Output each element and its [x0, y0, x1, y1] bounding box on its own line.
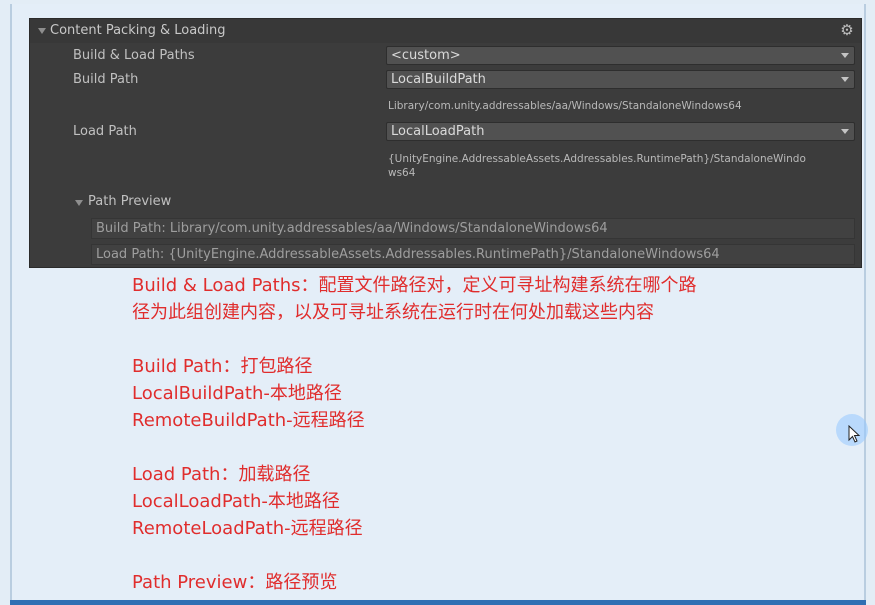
inspector-panel: Content Packing & Loading ⚙ Build & Load…	[29, 18, 862, 268]
build-load-paths-dropdown[interactable]: <custom>	[386, 46, 855, 65]
foldout-arrow-icon[interactable]	[75, 200, 83, 206]
dropdown-arrow-icon	[841, 77, 849, 82]
section-title: Content Packing & Loading	[50, 23, 226, 38]
section-header[interactable]: Content Packing & Loading ⚙	[30, 19, 861, 43]
note-line: LocalBuildPath-本地路径	[132, 383, 342, 404]
gear-icon[interactable]: ⚙	[839, 22, 855, 38]
note-line: Build Path：打包路径	[132, 356, 313, 377]
foldout-arrow-icon[interactable]	[38, 28, 46, 34]
build-path-value: LocalBuildPath	[391, 72, 486, 87]
dropdown-arrow-icon	[841, 53, 849, 58]
load-path-label: Load Path	[73, 124, 137, 139]
path-preview-title[interactable]: Path Preview	[88, 194, 171, 209]
note-line: RemoteBuildPath-远程路径	[132, 410, 365, 431]
note-line: LocalLoadPath-本地路径	[132, 491, 340, 512]
note-line: Path Preview：路径预览	[132, 572, 338, 593]
preview-build-path: Build Path: Library/com.unity.addressabl…	[91, 218, 855, 239]
mouse-cursor-icon	[848, 425, 861, 443]
load-path-resolved-line1: {UnityEngine.AddressableAssets.Addressab…	[388, 153, 806, 165]
dropdown-arrow-icon	[841, 129, 849, 134]
build-path-resolved: Library/com.unity.addressables/aa/Window…	[388, 100, 742, 112]
build-load-paths-value: <custom>	[391, 48, 461, 63]
load-path-value: LocalLoadPath	[391, 124, 485, 139]
build-path-label: Build Path	[73, 72, 139, 87]
note-line: RemoteLoadPath-远程路径	[132, 518, 363, 539]
preview-load-path: Load Path: {UnityEngine.AddressableAsset…	[91, 244, 855, 265]
build-path-dropdown[interactable]: LocalBuildPath	[386, 70, 855, 89]
load-path-resolved-line2: ws64	[388, 167, 416, 179]
note-line: Build & Load Paths：配置文件路径对，定义可寻址构建系统在哪个路	[132, 275, 697, 296]
slide-bottom-bar	[10, 600, 866, 605]
note-line: Load Path：加载路径	[132, 464, 311, 485]
load-path-dropdown[interactable]: LocalLoadPath	[386, 122, 855, 141]
build-load-paths-label: Build & Load Paths	[73, 48, 195, 63]
note-line: 径为此组创建内容，以及可寻址系统在运行时在何处加载这些内容	[132, 302, 654, 323]
